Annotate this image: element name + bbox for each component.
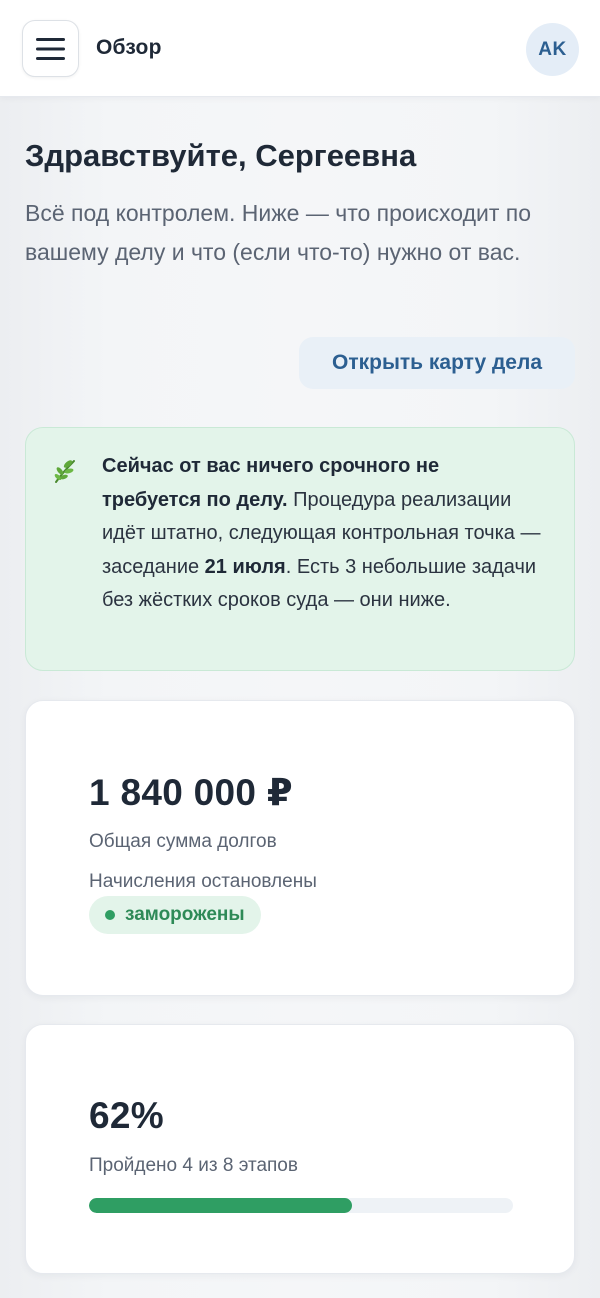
progress-bar [89,1198,513,1213]
progress-bar-fill [89,1198,352,1213]
status-badge: заморожены [89,896,261,934]
accruals-label: Начисления остановлены [89,871,317,892]
greeting-intro: Всё под контролем. Ниже — что происходит… [25,200,532,265]
greeting-title: Здравствуйте, Сергеевна [25,138,417,173]
debt-label: Общая сумма долгов [89,831,277,852]
top-bar: Обзор AK [0,0,600,97]
debt-amount: 1 840 000 ₽ [89,772,293,813]
notice-hearing-date: 21 июля [204,555,286,578]
status-notice: Сейчас от вас ничего срочного не требует… [25,427,575,671]
avatar[interactable]: AK [526,23,579,76]
notice-text: Сейчас от вас ничего срочного не требует… [102,450,542,618]
hamburger-icon [36,37,65,60]
sprout-icon [54,460,75,483]
progress-card: 62% Пройдено 4 из 8 этапов [25,1024,575,1274]
progress-label: Пройдено 4 из 8 этапов [89,1155,298,1176]
menu-button[interactable] [22,20,79,77]
open-case-button[interactable]: Открыть карту дела [299,337,575,389]
status-badge-label: заморожены [125,904,245,925]
debt-summary-card: 1 840 000 ₽ Общая сумма долгов Начислени… [25,700,575,996]
progress-percent: 62% [89,1095,164,1136]
status-dot-icon [105,910,115,920]
page-title: Обзор [96,36,162,59]
